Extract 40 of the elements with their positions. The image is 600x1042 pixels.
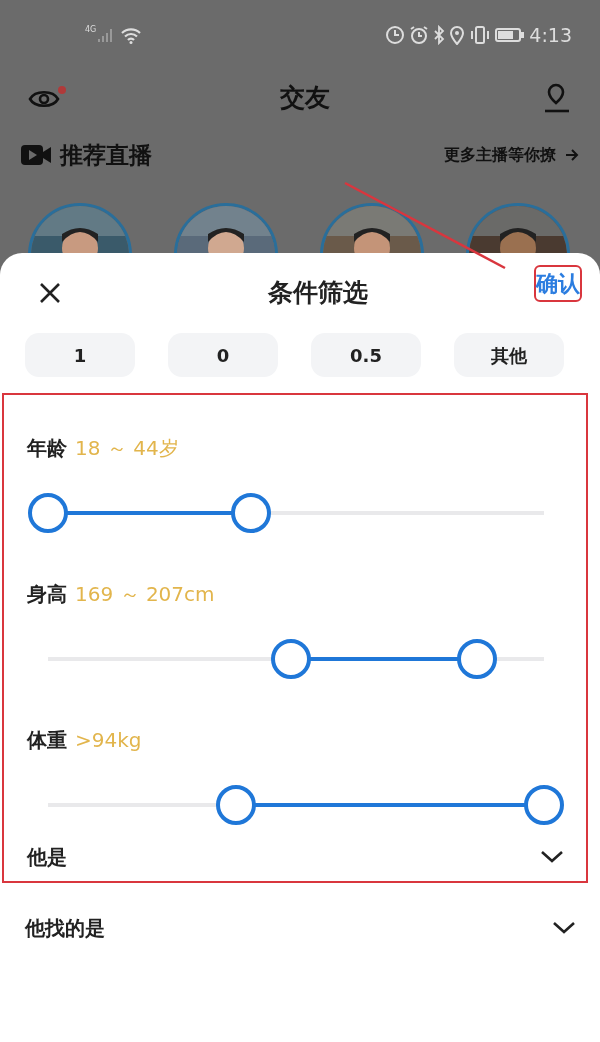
filter-label: 身高 — [27, 581, 67, 608]
location-pin-icon[interactable] — [542, 82, 572, 113]
filter-chip[interactable]: 0.5 — [311, 333, 421, 377]
close-icon[interactable] — [38, 281, 62, 305]
chevron-down-icon[interactable] — [540, 850, 564, 864]
filter-chip[interactable]: 其他 — [454, 333, 564, 377]
signal-icon — [96, 27, 115, 43]
filter-value: 18 ～ 44岁 — [75, 435, 179, 462]
chevron-down-icon[interactable] — [552, 921, 576, 935]
slider-handle[interactable] — [524, 785, 564, 825]
slider-handle[interactable] — [216, 785, 257, 825]
sheet-title: 条件筛选 — [268, 277, 368, 310]
filter-chip[interactable]: 1 — [25, 333, 135, 377]
page-title: 交友 — [280, 81, 330, 114]
slider-handle[interactable] — [231, 493, 272, 533]
vibrate-icon — [469, 25, 492, 45]
section-title: 推荐直播 — [60, 140, 152, 170]
more-link[interactable]: 更多主播等你撩 — [444, 143, 556, 167]
slider-handle[interactable] — [457, 639, 498, 679]
slider-handle[interactable] — [271, 639, 312, 679]
location-icon — [449, 25, 466, 45]
confirm-button[interactable]: 确认 — [534, 264, 582, 302]
filter-value: 169 ～ 207cm — [75, 581, 215, 608]
alarm-icon — [409, 25, 430, 45]
wifi-icon — [120, 26, 143, 44]
network-label: 4G — [85, 24, 97, 36]
video-icon — [20, 142, 52, 168]
arrow-right-icon[interactable] — [564, 148, 580, 162]
filter-label: 他是 — [27, 844, 67, 871]
slider-handle[interactable] — [28, 493, 68, 533]
filter-label: 年龄 — [27, 435, 67, 462]
filter-chip[interactable]: 0 — [168, 333, 278, 377]
filter-value: >94kg — [75, 727, 142, 754]
time-label: 4:13 — [529, 22, 572, 48]
bluetooth-icon — [433, 25, 446, 45]
clock-icon — [385, 25, 406, 45]
eye-icon[interactable] — [28, 90, 60, 107]
filter-label: 体重 — [27, 727, 67, 754]
battery-icon — [495, 27, 526, 43]
filter-label: 他找的是 — [25, 915, 105, 942]
